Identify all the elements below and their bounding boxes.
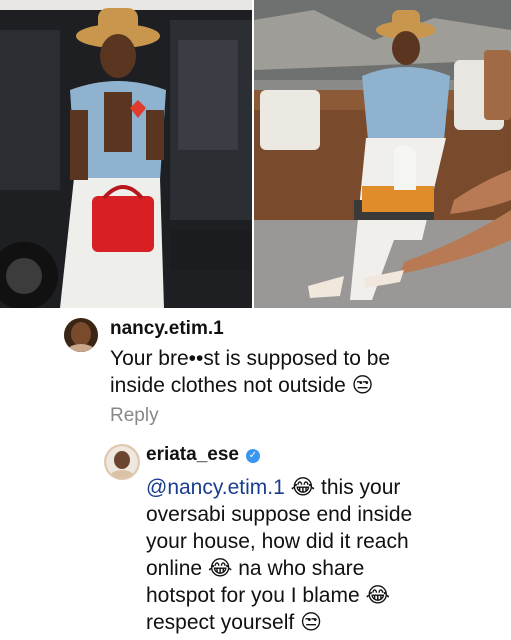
avatar[interactable] [64, 318, 98, 352]
photo-left [0, 0, 252, 308]
mention-link[interactable]: @nancy.etim.1 [146, 476, 285, 499]
avatar[interactable] [104, 444, 140, 480]
comment-text-body: 😂 this your oversabi suppose end inside … [146, 476, 413, 634]
reply-button[interactable]: Reply [110, 405, 159, 427]
verified-badge-icon: ✓ [246, 449, 260, 463]
comment-text: Your bre••st is supposed to be inside cl… [110, 347, 391, 397]
comment-text: @nancy.etim.1 😂 this your oversabi suppo… [146, 474, 496, 636]
comment-username[interactable]: nancy.etim.1 [110, 318, 224, 340]
comment-username[interactable]: eriata_ese [146, 444, 239, 466]
photo-collage [0, 0, 511, 308]
photo-right [254, 0, 511, 308]
